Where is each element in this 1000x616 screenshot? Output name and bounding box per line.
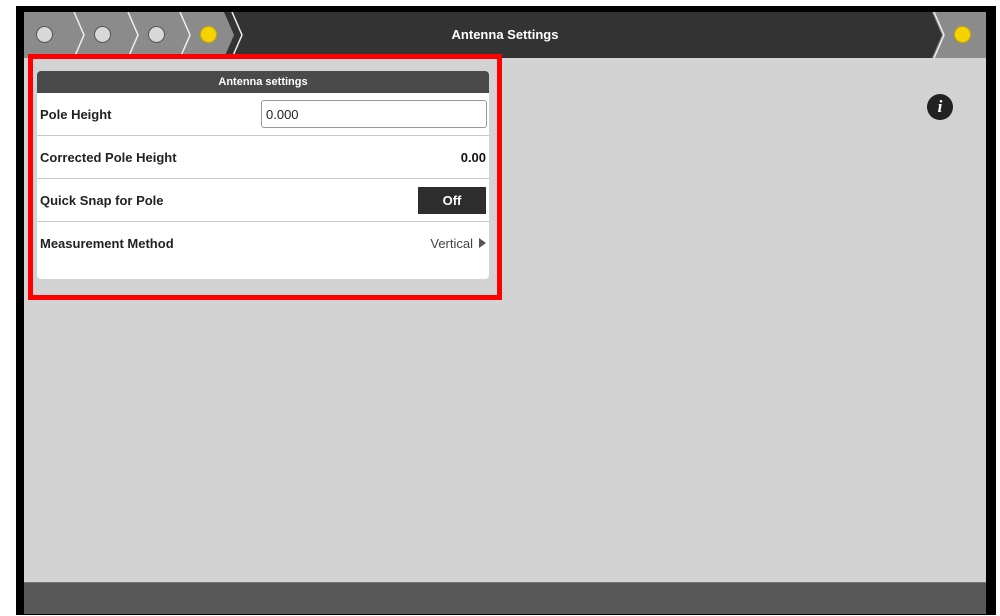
triangle-right-icon [479, 238, 486, 248]
bottom-bar [24, 582, 986, 614]
app-screen: Antenna Settings Antenna settings Pole H… [24, 12, 986, 614]
top-bar: Antenna Settings [24, 12, 986, 58]
corrected-pole-height-label: Corrected Pole Height [40, 150, 177, 165]
quick-snap-label: Quick Snap for Pole [40, 193, 164, 208]
measurement-method-select[interactable]: Vertical [430, 222, 486, 265]
quick-snap-row: Quick Snap for Pole Off [37, 179, 489, 222]
corrected-pole-height-row: Corrected Pole Height 0.00 [37, 136, 489, 179]
chevron-right-icon [932, 12, 945, 58]
breadcrumb-chevrons [73, 12, 243, 58]
measurement-method-label: Measurement Method [40, 236, 174, 251]
corrected-pole-height-value: 0.00 [460, 150, 486, 165]
measurement-method-row[interactable]: Measurement Method Vertical [37, 222, 489, 265]
pole-height-row: Pole Height [37, 93, 489, 136]
next-step-button[interactable] [932, 12, 986, 58]
panel-title: Antenna settings [37, 71, 489, 93]
quick-snap-toggle[interactable]: Off [418, 187, 486, 214]
pole-height-label: Pole Height [40, 107, 112, 122]
info-icon[interactable]: i [927, 94, 953, 120]
step-indicator-active-icon [954, 26, 971, 43]
measurement-method-value: Vertical [430, 236, 473, 251]
antenna-settings-panel: Antenna settings Pole Height Corrected P… [37, 71, 489, 279]
pole-height-input[interactable] [261, 100, 487, 128]
